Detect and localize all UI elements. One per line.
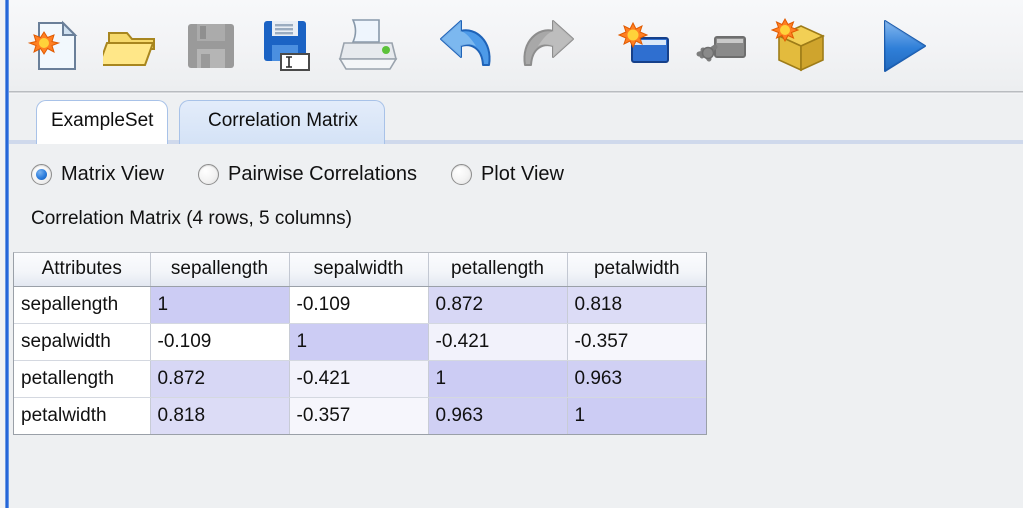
table-row[interactable]: petallength 0.872 -0.421 1 0.963 xyxy=(14,360,706,398)
cell-petalwidth-petalwidth[interactable]: 1 xyxy=(567,397,706,434)
row-header-sepallength: sepallength xyxy=(14,286,151,324)
table-row[interactable]: sepalwidth -0.109 1 -0.421 -0.357 xyxy=(14,323,706,361)
new-window-icon xyxy=(617,18,675,74)
manage-window-icon xyxy=(695,20,753,72)
tab-exampleset-label: ExampleSet xyxy=(51,109,154,131)
undo-arrow-icon xyxy=(437,17,499,75)
cell-petallength-sepallength[interactable]: 0.872 xyxy=(150,360,290,398)
table-row[interactable]: sepallength 1 -0.109 0.872 0.818 xyxy=(14,286,706,324)
undo-button[interactable] xyxy=(429,7,507,85)
column-header-sepalwidth[interactable]: sepalwidth xyxy=(289,253,429,287)
new-document-icon xyxy=(25,15,87,77)
open-process-button[interactable] xyxy=(95,7,173,85)
save-disk-icon xyxy=(182,16,242,76)
result-tabs: ExampleSet Correlation Matrix xyxy=(9,96,1023,144)
open-folder-icon xyxy=(103,15,165,77)
radio-pairwise-correlations-label: Pairwise Correlations xyxy=(228,162,417,185)
results-window: ExampleSet Correlation Matrix Matrix Vie… xyxy=(0,0,1023,508)
run-process-button[interactable] xyxy=(863,7,941,85)
toolbar-separator xyxy=(9,91,1023,94)
cell-petallength-sepalwidth[interactable]: -0.421 xyxy=(289,360,429,398)
table-row[interactable]: petalwidth 0.818 -0.357 0.963 1 xyxy=(14,397,706,434)
table-header-row: Attributes sepallength sepalwidth petall… xyxy=(14,253,706,287)
radio-plot-view-label: Plot View xyxy=(480,162,564,185)
play-triangle-icon xyxy=(871,15,933,77)
radio-unselected-icon[interactable] xyxy=(450,163,472,185)
cell-sepalwidth-petalwidth[interactable]: -0.357 xyxy=(567,323,706,361)
radio-pairwise-correlations[interactable]: Pairwise Correlations xyxy=(198,163,417,186)
row-header-petallength: petallength xyxy=(14,360,151,398)
column-header-sepallength[interactable]: sepallength xyxy=(150,253,290,287)
save-as-disk-icon xyxy=(259,15,321,77)
cell-sepallength-petallength[interactable]: 0.872 xyxy=(428,286,568,324)
row-header-sepalwidth: sepalwidth xyxy=(14,323,151,361)
tab-correlation-matrix-label: Correlation Matrix xyxy=(208,109,358,131)
manage-extensions-button[interactable] xyxy=(763,7,841,85)
radio-selected-icon[interactable] xyxy=(31,163,52,185)
printer-icon xyxy=(336,16,400,76)
cell-petalwidth-petallength[interactable]: 0.963 xyxy=(428,397,568,434)
cell-petallength-petalwidth[interactable]: 0.963 xyxy=(567,360,706,398)
save-process-button[interactable] xyxy=(173,7,251,85)
row-header-petalwidth: petalwidth xyxy=(14,397,151,434)
radio-plot-view[interactable]: Plot View xyxy=(450,162,564,186)
radio-matrix-view[interactable]: Matrix View xyxy=(31,163,164,186)
redo-arrow-icon xyxy=(515,17,577,75)
redo-button[interactable] xyxy=(507,7,585,85)
column-header-attributes[interactable]: Attributes xyxy=(14,253,151,287)
tab-correlation-matrix[interactable]: Correlation Matrix xyxy=(179,100,385,144)
column-header-petallength[interactable]: petallength xyxy=(428,253,568,287)
view-mode-radio-group: Matrix View Pairwise Correlations Plot V… xyxy=(9,148,1023,200)
package-box-icon xyxy=(771,16,833,76)
cell-petallength-petallength[interactable]: 1 xyxy=(428,360,568,398)
new-perspective-button[interactable] xyxy=(607,7,685,85)
matrix-caption: Correlation Matrix (4 rows, 5 columns) xyxy=(31,208,352,229)
cell-sepalwidth-sepalwidth[interactable]: 1 xyxy=(289,323,429,361)
cell-sepalwidth-petallength[interactable]: -0.421 xyxy=(428,323,568,361)
cell-petalwidth-sepallength[interactable]: 0.818 xyxy=(150,397,290,434)
radio-matrix-view-label: Matrix View xyxy=(61,162,164,185)
correlation-matrix-body: sepallength 1 -0.109 0.872 0.818 sepalwidth -0… xyxy=(14,286,706,434)
manage-perspectives-button[interactable] xyxy=(685,7,763,85)
cell-sepallength-sepallength[interactable]: 1 xyxy=(150,286,290,324)
cell-petalwidth-sepalwidth[interactable]: -0.357 xyxy=(289,397,429,434)
save-process-as-button[interactable] xyxy=(251,7,329,85)
radio-unselected-icon[interactable] xyxy=(198,163,219,185)
new-process-button[interactable] xyxy=(17,7,95,85)
column-header-petalwidth[interactable]: petalwidth xyxy=(567,253,706,287)
cell-sepalwidth-sepallength[interactable]: -0.109 xyxy=(150,323,290,361)
correlation-matrix-table: Attributes sepallength sepalwidth petall… xyxy=(14,253,706,434)
print-button[interactable] xyxy=(329,7,407,85)
tab-exampleset[interactable]: ExampleSet xyxy=(36,100,169,144)
correlation-matrix-table-container: Attributes sepallength sepalwidth petall… xyxy=(13,252,707,435)
cell-sepallength-petalwidth[interactable]: 0.818 xyxy=(567,286,706,324)
cell-sepallength-sepalwidth[interactable]: -0.109 xyxy=(289,286,429,324)
main-toolbar xyxy=(9,0,1023,91)
